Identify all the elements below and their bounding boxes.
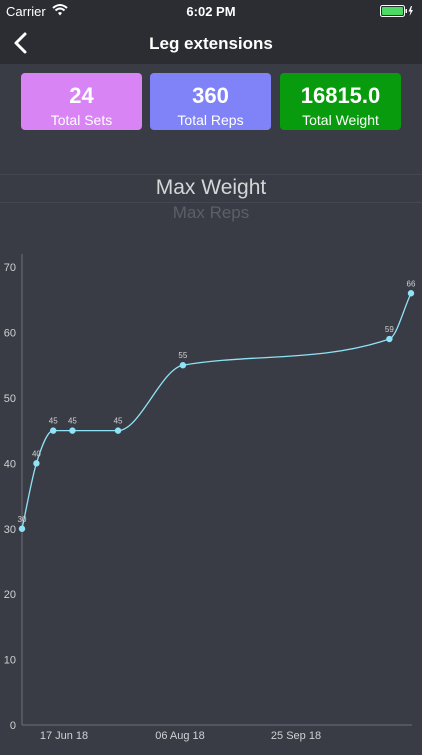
chart-svg: 0 10 20 30 40 50 60 70 17 Jun 18 06 Aug 18 25 Sep … [4, 254, 416, 742]
total-reps-value: 360 [192, 83, 229, 108]
data-point-label: 66 [407, 279, 416, 288]
y-tick-label: 0 [10, 720, 16, 732]
chart-selector[interactable]: Max Weight Max Reps [0, 174, 422, 234]
y-tick-label: 50 [4, 393, 16, 405]
total-sets-value: 24 [69, 83, 94, 108]
data-point-label: 45 [68, 417, 77, 426]
chart-title-max-weight[interactable]: Max Weight [0, 176, 422, 200]
navigation-bar: Leg extensions [0, 22, 422, 64]
y-tick-label: 20 [4, 589, 16, 601]
x-tick-label: 25 Sep 18 [271, 730, 321, 742]
max-weight-line [21, 292, 412, 529]
chart-title-max-reps[interactable]: Max Reps [0, 203, 422, 223]
total-weight-label: Total Weight [302, 112, 379, 128]
data-point [179, 362, 187, 369]
data-point [69, 427, 76, 434]
data-point-label: 55 [178, 351, 187, 360]
x-tick-label: 17 Jun 18 [40, 730, 88, 742]
page-title: Leg extensions [149, 34, 273, 53]
status-time: 6:02 PM [186, 4, 236, 19]
total-reps-card: 360 Total Reps [150, 73, 271, 130]
data-point-label: 45 [49, 417, 58, 426]
data-point-label: 45 [114, 417, 123, 426]
x-tick-label: 06 Aug 18 [155, 730, 205, 742]
battery-charging-icon [380, 5, 413, 17]
data-point [114, 427, 122, 434]
stats-summary: 24 Total Sets 360 Total Reps 16815.0 Tot… [0, 64, 422, 174]
data-point [407, 290, 415, 297]
y-tick-label: 60 [4, 328, 16, 340]
y-tick-label: 70 [4, 262, 16, 274]
data-point-label: 59 [385, 325, 394, 334]
total-weight-card: 16815.0 Total Weight [280, 73, 401, 130]
y-tick-label: 30 [4, 524, 16, 536]
data-point [33, 460, 40, 467]
data-point [50, 427, 57, 434]
max-weight-chart: 0 10 20 30 40 50 60 70 17 Jun 18 06 Aug 18 25 Sep … [0, 234, 422, 750]
total-weight-value: 16815.0 [300, 83, 381, 108]
y-tick-label: 40 [4, 458, 16, 470]
data-point-label: 40 [32, 449, 41, 458]
total-sets-card: 24 Total Sets [21, 73, 142, 130]
data-point-label: 30 [18, 515, 27, 524]
data-point [386, 335, 393, 343]
total-sets-label: Total Sets [50, 112, 113, 128]
status-bar: Carrier 6:02 PM [0, 0, 422, 22]
data-point [18, 525, 26, 532]
y-tick-label: 10 [4, 655, 16, 667]
chart-title-divider [0, 202, 422, 203]
total-reps-label: Total Reps [177, 112, 244, 128]
